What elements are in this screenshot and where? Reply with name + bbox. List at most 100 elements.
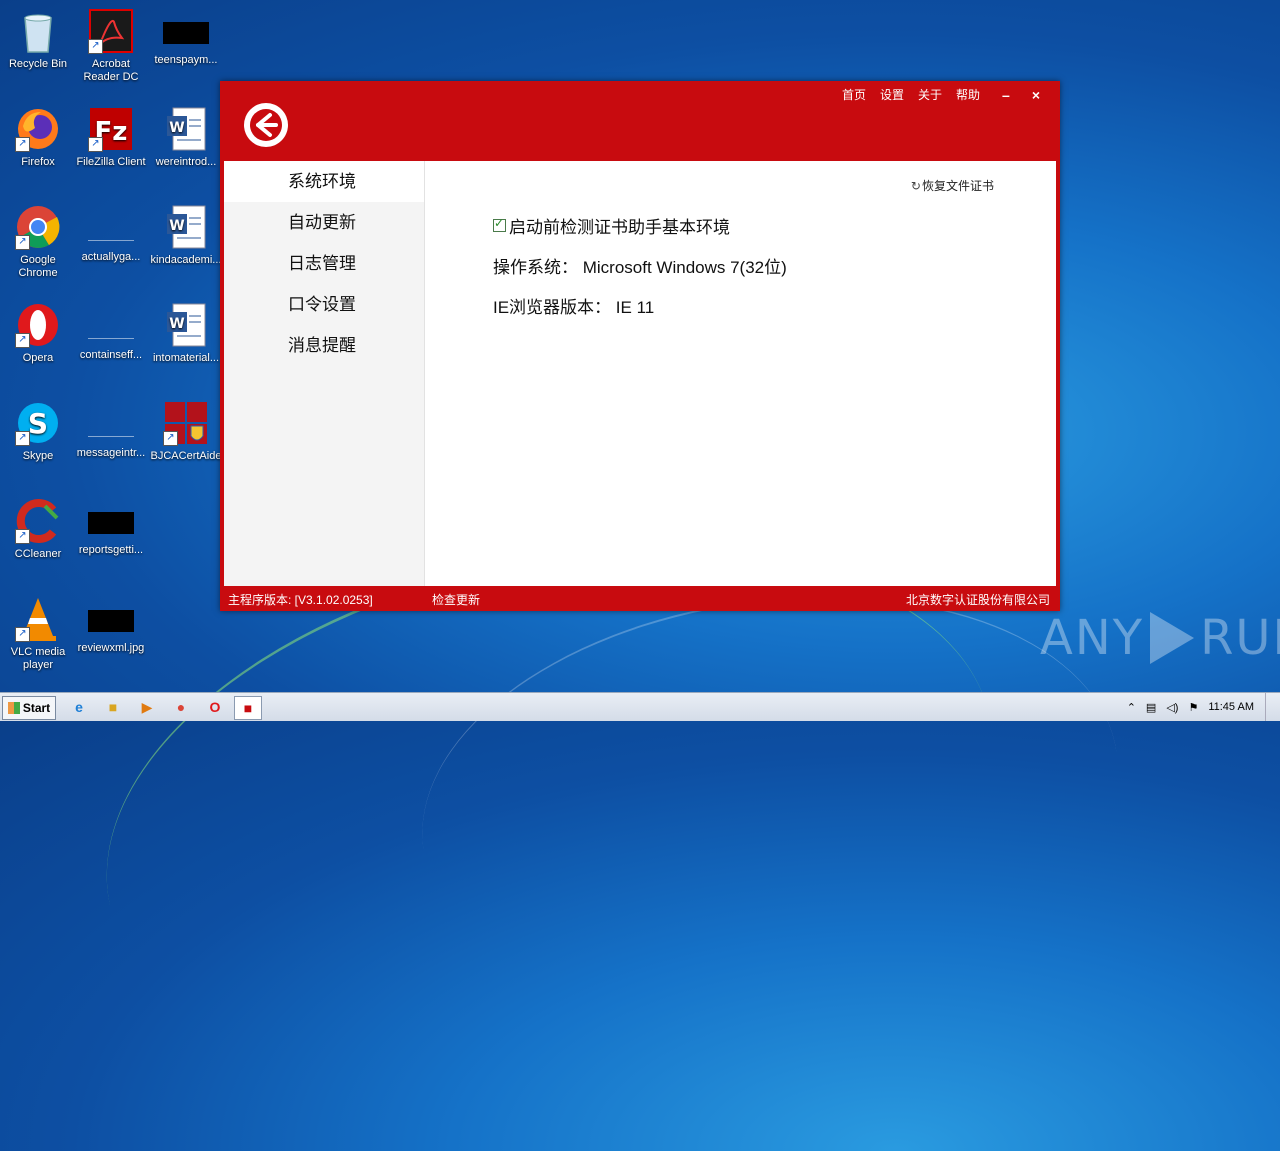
desktop-icon-label: Firefox [21, 156, 55, 168]
desktop-icon-file[interactable]: containseff... [73, 302, 149, 362]
internet-explorer-icon: e [75, 699, 83, 715]
nav-settings[interactable]: 设置 [880, 86, 904, 103]
firefox-icon: ↗ [15, 106, 61, 152]
taskbar-ie-button[interactable]: e [66, 696, 92, 718]
desktop-icon-label: containseff... [79, 349, 143, 361]
windows-logo-icon [7, 702, 20, 714]
desktop-icon-label: FileZilla Client [76, 156, 146, 168]
back-button[interactable] [244, 103, 288, 147]
desktop-icon-recycle-bin[interactable]: Recycle Bin [0, 8, 76, 71]
sidebar-item-password-settings[interactable]: 口令设置 [224, 284, 424, 325]
recycle-bin-icon [15, 8, 61, 54]
desktop-icon-filezilla[interactable]: Fz ↗ FileZilla Client [73, 106, 149, 169]
ccleaner-icon: ↗ [15, 498, 61, 544]
show-desktop-button[interactable] [1265, 693, 1280, 721]
show-hidden-icons-icon[interactable]: ⌃ [1127, 701, 1136, 714]
skype-icon: S ↗ [15, 400, 61, 446]
vlc-cone-icon: ↗ [15, 596, 61, 642]
nav-about[interactable]: 关于 [918, 86, 942, 103]
refresh-icon: ↻ [910, 178, 921, 193]
desktop-icon-label: Recycle Bin [8, 58, 68, 70]
desktop-icon-word-doc[interactable]: W kindacademi... [148, 204, 224, 267]
minimize-button[interactable]: – [1002, 87, 1010, 103]
sidebar-item-message-reminder[interactable]: 消息提醒 [224, 325, 424, 366]
desktop-icon-chrome[interactable]: ↗ Google Chrome [0, 204, 76, 280]
desktop-icon-label: reportsgetti... [78, 544, 144, 556]
anyrun-watermark: ANY RUN [1040, 610, 1280, 666]
network-icon[interactable]: ▤ [1146, 701, 1156, 714]
restore-certificate-label: 恢复文件证书 [921, 179, 994, 193]
desktop-icon-word-doc[interactable]: W intomaterial... [148, 302, 224, 365]
desktop-icon-word-doc[interactable]: W wereintrod... [148, 106, 224, 169]
redacted-file-icon [163, 22, 209, 44]
taskbar-chrome-button[interactable]: ● [168, 696, 194, 718]
taskbar-media-player-button[interactable]: ▶ [134, 696, 160, 718]
volume-icon[interactable]: ◁) [1166, 701, 1178, 714]
sidebar-item-system-environment[interactable]: 系统环境 [224, 161, 424, 202]
startup-check-checkbox[interactable] [493, 216, 506, 232]
word-document-icon: W [163, 204, 209, 250]
nav-home[interactable]: 首页 [842, 86, 866, 103]
content-panel: ↻ 恢复文件证书 启动前检测证书助手基本环境 操作系统： Microsoft W… [425, 161, 1056, 586]
start-button[interactable]: Start [2, 696, 56, 720]
version-text: 主程序版本: [V3.1.02.0253] [228, 593, 373, 607]
close-button[interactable]: × [1032, 87, 1040, 103]
filezilla-icon: Fz ↗ [88, 106, 134, 152]
desktop-icon-bjca[interactable]: ↗ BJCACertAide [148, 400, 224, 463]
desktop-icon-file[interactable]: teenspaym... [148, 8, 224, 67]
os-label: 操作系统： [493, 258, 578, 277]
opera-icon: O [209, 699, 221, 715]
svg-text:W: W [169, 316, 184, 332]
folder-icon: ■ [108, 699, 118, 715]
sidebar-item-auto-update[interactable]: 自动更新 [224, 202, 424, 243]
window-footer: 主程序版本: [V3.1.02.0253] 检查更新 北京数字认证股份有限公司 [220, 586, 1060, 611]
desktop-icon-label: Skype [22, 450, 54, 462]
desktop-icon-label: Google Chrome [18, 254, 58, 279]
os-value: Microsoft Windows 7(32位) [582, 258, 787, 277]
desktop-icon-skype[interactable]: S ↗ Skype [0, 400, 76, 463]
desktop-icon-label: teenspaym... [154, 54, 218, 66]
redacted-file-icon [88, 512, 134, 534]
desktop-icon-ccleaner[interactable]: ↗ CCleaner [0, 498, 76, 561]
nav-help[interactable]: 帮助 [956, 86, 980, 103]
window-body: 系统环境 自动更新 日志管理 口令设置 消息提醒 ↻ 恢复文件证书 启动前检测证… [224, 161, 1056, 586]
desktop-icon-firefox[interactable]: ↗ Firefox [0, 106, 76, 169]
desktop-icon-label: kindacademi... [150, 254, 222, 266]
play-triangle-icon [1150, 612, 1195, 664]
taskbar-opera-button[interactable]: O [202, 696, 228, 718]
desktop-icon-file[interactable]: actuallyga... [73, 204, 149, 264]
word-document-icon: W [163, 106, 209, 152]
svg-text:S: S [28, 407, 48, 440]
desktop-icon-file[interactable]: reviewxml.jpg [73, 596, 149, 655]
check-update-link[interactable]: 检查更新 [432, 591, 480, 608]
ie-info-row: IE浏览器版本： IE 11 [493, 293, 654, 318]
acrobat-icon: ↗ [88, 8, 134, 54]
chrome-icon: ● [176, 699, 186, 715]
svg-text:W: W [169, 120, 184, 136]
watermark-left: ANY [1040, 610, 1145, 666]
bjca-cert-aide-window: 首页 设置 关于 帮助 – × 系统环境 自动更新 日志管理 口令设置 消息提醒… [220, 81, 1060, 611]
os-info-row: 操作系统： Microsoft Windows 7(32位) [493, 253, 787, 278]
blank-file-icon [88, 316, 134, 339]
desktop-icon-vlc[interactable]: ↗ VLC media player [0, 596, 76, 672]
startup-check-label: 启动前检测证书助手基本环境 [509, 218, 730, 237]
startup-check-option[interactable]: 启动前检测证书助手基本环境 [493, 213, 730, 238]
desktop-icon-file[interactable]: messageintr... [73, 400, 149, 460]
sidebar-item-log-management[interactable]: 日志管理 [224, 243, 424, 284]
action-center-flag-icon[interactable]: ⚑ [1188, 701, 1198, 714]
desktop-icon-label: BJCACertAide [150, 450, 222, 462]
bjca-cert-aide-icon: ↗ [163, 400, 209, 446]
ie-label: IE浏览器版本： [493, 298, 612, 317]
company-name: 北京数字认证股份有限公司 [905, 593, 1050, 607]
taskbar-bjca-button[interactable]: ■ [234, 696, 262, 720]
bjca-cert-aide-icon: ■ [243, 700, 253, 716]
desktop-icon-label: actuallyga... [81, 251, 141, 263]
chrome-icon: ↗ [15, 204, 61, 250]
taskbar-explorer-button[interactable]: ■ [100, 696, 126, 718]
desktop-icon-opera[interactable]: ↗ Opera [0, 302, 76, 365]
desktop-icon-acrobat[interactable]: ↗ Acrobat Reader DC [73, 8, 149, 84]
clock[interactable]: 11:45 AM [1208, 701, 1254, 713]
restore-certificate-link[interactable]: ↻ 恢复文件证书 [911, 177, 994, 194]
desktop-icon-label: CCleaner [14, 548, 62, 560]
desktop-icon-file[interactable]: reportsgetti... [73, 498, 149, 557]
